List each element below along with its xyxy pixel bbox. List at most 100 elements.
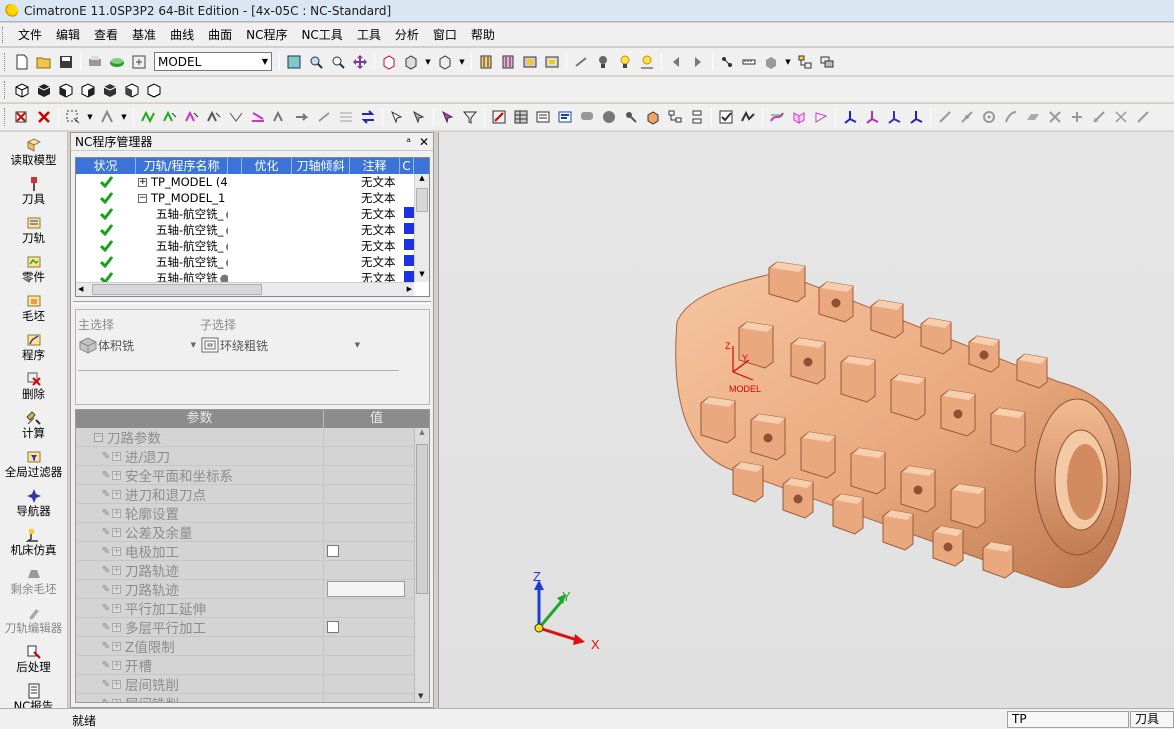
verify-icon[interactable] bbox=[739, 108, 757, 126]
expand-icon[interactable]: + bbox=[112, 641, 121, 651]
param-checkbox[interactable] bbox=[327, 621, 339, 633]
comment-icon[interactable] bbox=[578, 108, 596, 126]
print-icon[interactable] bbox=[86, 53, 104, 71]
components-icon[interactable] bbox=[818, 53, 836, 71]
guide-item-toolpath-editor[interactable]: 刀轨编辑器 bbox=[0, 600, 67, 639]
toggle-view-icon[interactable] bbox=[477, 53, 495, 71]
tree-structure-icon[interactable] bbox=[796, 53, 814, 71]
axis-align-icon[interactable] bbox=[907, 108, 925, 126]
pan-icon[interactable] bbox=[351, 53, 369, 71]
sphere-icon[interactable] bbox=[600, 108, 618, 126]
edit-program-icon[interactable] bbox=[490, 108, 508, 126]
scroll-down-icon[interactable]: ▼ bbox=[418, 692, 423, 700]
params-scrollbar[interactable]: ▲ ▼ bbox=[414, 428, 429, 702]
line-tool2-icon[interactable] bbox=[958, 108, 976, 126]
open-file-icon[interactable] bbox=[35, 53, 53, 71]
view-right-icon[interactable] bbox=[79, 81, 97, 99]
expand-icon[interactable]: + bbox=[112, 679, 121, 689]
col-name[interactable]: 刀轨/程序名称 bbox=[136, 158, 228, 174]
menu-nc-program[interactable]: NC程序 bbox=[239, 23, 294, 47]
col-status[interactable]: 状况 bbox=[76, 158, 136, 174]
report-view-icon[interactable] bbox=[556, 108, 574, 126]
tree-row[interactable]: −TP_MODEL_1 (●无文本 bbox=[76, 190, 429, 206]
menu-window[interactable]: 窗口 bbox=[426, 23, 464, 47]
arc-tool-icon[interactable] bbox=[1002, 108, 1020, 126]
view-cube-icon[interactable] bbox=[436, 53, 454, 71]
guide-item-execute[interactable]: 计算 bbox=[0, 405, 67, 444]
guide-item-tool[interactable]: 刀具 bbox=[0, 171, 67, 210]
extend-tool-icon[interactable] bbox=[1090, 108, 1108, 126]
menu-help[interactable]: 帮助 bbox=[464, 23, 502, 47]
structure-icon[interactable] bbox=[688, 108, 706, 126]
scroll-thumb[interactable] bbox=[416, 444, 428, 594]
arrow-right-icon[interactable] bbox=[689, 53, 707, 71]
guide-item-post-process[interactable]: 后处理 bbox=[0, 639, 67, 678]
dropdown-arrow-icon[interactable]: ▼ bbox=[86, 108, 94, 126]
lightbulb-icon[interactable]: ● bbox=[225, 255, 228, 269]
tree-row[interactable]: 五轴-航空铣_● 无文本 bbox=[76, 206, 429, 222]
menu-file[interactable]: 文件 bbox=[11, 23, 49, 47]
scroll-thumb[interactable] bbox=[416, 188, 428, 212]
pick-filter-icon[interactable] bbox=[98, 108, 116, 126]
guide-item-remaining-stock[interactable]: 剩余毛坯 bbox=[0, 561, 67, 600]
shading-icon[interactable] bbox=[380, 53, 398, 71]
select-curves-icon[interactable] bbox=[139, 108, 157, 126]
param-row[interactable]: ✎ + 进刀和退刀点 bbox=[76, 484, 429, 504]
splitter[interactable] bbox=[73, 301, 431, 304]
close-icon[interactable]: ✕ bbox=[419, 135, 429, 149]
select-tangent-icon[interactable] bbox=[227, 108, 245, 126]
view-front-icon[interactable] bbox=[57, 81, 75, 99]
param-row[interactable]: ✎ + 多层平行加工 bbox=[76, 617, 429, 637]
plane-tool-icon[interactable] bbox=[1024, 108, 1042, 126]
dropdown-arrow-icon[interactable]: ▼ bbox=[120, 108, 128, 126]
view-bottom-icon[interactable] bbox=[145, 81, 163, 99]
tree-row[interactable]: +TP_MODEL (4X[●无文本 bbox=[76, 174, 429, 190]
select-contour-icon[interactable] bbox=[293, 108, 311, 126]
col-tilt[interactable]: 刀轴倾斜 bbox=[292, 158, 350, 174]
guide-item-filter[interactable]: 全局过滤器 bbox=[0, 444, 67, 483]
menu-tools[interactable]: 工具 bbox=[350, 23, 388, 47]
select-loop-icon[interactable] bbox=[315, 108, 333, 126]
param-row[interactable]: ✎ + 刀路轨迹 bbox=[76, 579, 429, 599]
param-input[interactable] bbox=[327, 581, 405, 597]
axis-move-icon[interactable] bbox=[885, 108, 903, 126]
cursor-pick-icon[interactable] bbox=[439, 108, 457, 126]
display-mode-icon[interactable] bbox=[521, 53, 539, 71]
menu-curve[interactable]: 曲线 bbox=[163, 23, 201, 47]
axis-rotate-icon[interactable] bbox=[863, 108, 881, 126]
guide-item-part[interactable]: 零件 bbox=[0, 249, 67, 288]
menu-analysis[interactable]: 分析 bbox=[388, 23, 426, 47]
dropdown-arrow-icon[interactable]: ▼ bbox=[458, 53, 466, 71]
chamfer-tool-icon[interactable] bbox=[1134, 108, 1152, 126]
select-faces-icon[interactable] bbox=[183, 108, 201, 126]
ruler-icon[interactable] bbox=[740, 53, 758, 71]
circle-tool-icon[interactable] bbox=[980, 108, 998, 126]
scroll-right-icon[interactable]: ▶ bbox=[407, 285, 412, 293]
col-c[interactable]: C bbox=[400, 158, 414, 174]
main-selection-dropdown[interactable]: 体积铣 ▼ bbox=[78, 336, 196, 354]
delete-x-icon[interactable] bbox=[35, 108, 53, 126]
menubar-grip[interactable] bbox=[2, 26, 5, 43]
fillet-tool-icon[interactable] bbox=[1112, 108, 1130, 126]
line-tool-icon[interactable] bbox=[936, 108, 954, 126]
scroll-down-icon[interactable]: ▼ bbox=[415, 270, 429, 282]
list-view-icon[interactable] bbox=[534, 108, 552, 126]
params-root-row[interactable]: − 刀路参数 bbox=[76, 427, 429, 447]
menu-view[interactable]: 查看 bbox=[87, 23, 125, 47]
tree-horizontal-scrollbar[interactable]: ◀ ▶ bbox=[76, 282, 414, 296]
graphics-viewport[interactable]: Z Y MODEL Z Y X bbox=[438, 132, 1174, 708]
h-scroll-thumb[interactable] bbox=[92, 284, 262, 295]
expand-icon[interactable]: + bbox=[112, 451, 121, 461]
param-row[interactable]: ✎ + 轮廓设置 bbox=[76, 503, 429, 523]
display-filter-icon[interactable] bbox=[543, 53, 561, 71]
menu-edit[interactable]: 编辑 bbox=[49, 23, 87, 47]
tool-holder-icon[interactable] bbox=[622, 108, 640, 126]
view-top-icon[interactable] bbox=[35, 81, 53, 99]
surface-offset-icon[interactable] bbox=[790, 108, 808, 126]
expand-icon[interactable]: + bbox=[112, 508, 121, 518]
param-row[interactable]: ✎ + 安全平面和坐标系 bbox=[76, 465, 429, 485]
check-icon[interactable] bbox=[717, 108, 735, 126]
part-icon[interactable] bbox=[762, 53, 780, 71]
measure-icon[interactable] bbox=[572, 53, 590, 71]
tree-row[interactable]: 五轴-航空铣_● 无文本 bbox=[76, 222, 429, 238]
